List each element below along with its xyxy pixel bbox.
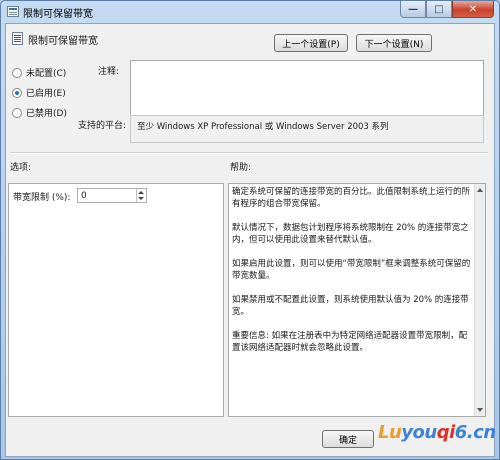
title-bar[interactable]: 限制可保留带宽 — □ ✕ (1, 1, 499, 23)
options-label: 选项: (10, 163, 32, 173)
radio-disabled[interactable]: 已禁用(D) (12, 106, 67, 119)
help-pane: 确定系统可保留的连接带宽的百分比。此值限制系统上运行的所有程序的组合带宽保留。 … (228, 183, 486, 417)
dialog-window: 限制可保留带宽 — □ ✕ 限制可保留带宽 上一个设置(P) 下一个设置(N) … (0, 0, 500, 460)
help-label: 帮助: (230, 163, 252, 173)
bandwidth-limit-stepper[interactable]: 0 (77, 188, 147, 203)
platform-label: 支持的平台: (78, 121, 127, 131)
radio-enabled[interactable]: 已启用(E) (12, 86, 66, 99)
radio-not-configured[interactable]: 未配置(C) (12, 66, 66, 79)
spin-up-icon[interactable] (138, 191, 144, 194)
bandwidth-limit-label: 带宽限制 (%): (13, 193, 71, 203)
maximize-button[interactable]: □ (426, 1, 452, 18)
radio-circle[interactable] (12, 87, 22, 98)
section-divider (10, 152, 488, 154)
help-paragraph: 重要信息: 如果在注册表中为特定网络适配器设置带宽限制，配置该网络适配器时就会忽… (232, 331, 468, 353)
previous-setting-button[interactable]: 上一个设置(P) (274, 34, 348, 52)
minimize-button[interactable]: — (400, 1, 426, 18)
radio-label: 已启用(E) (26, 89, 66, 99)
window-title: 限制可保留带宽 (23, 9, 93, 20)
scroll-up-icon[interactable] (477, 188, 483, 192)
policy-icon (7, 6, 19, 17)
next-setting-button[interactable]: 下一个设置(N) (356, 34, 432, 52)
radio-circle[interactable] (12, 107, 22, 118)
comment-label: 注释: (98, 67, 120, 77)
help-paragraph: 如果启用此设置，则可以使用“带宽限制”框来调整系统可保留的带宽数量。 (232, 259, 471, 281)
bandwidth-limit-value[interactable]: 0 (81, 191, 87, 201)
radio-label: 未配置(C) (26, 69, 67, 79)
platform-field: 至少 Windows XP Professional 或 Windows Ser… (130, 115, 484, 143)
radio-label: 已禁用(D) (26, 109, 67, 119)
dialog-body: 限制可保留带宽 上一个设置(P) 下一个设置(N) 未配置(C) 已启用(E) … (5, 23, 496, 457)
help-paragraph: 如果禁用或不配置此设置，则系统使用默认值为 20% 的连接带宽。 (232, 295, 469, 317)
spin-down-icon[interactable] (138, 197, 144, 200)
help-paragraph: 默认情况下，数据包计划程序将系统限制在 20% 的连接带宽之内，但可以使用此设置… (232, 223, 469, 245)
options-pane: 带宽限制 (%): 0 (8, 183, 224, 417)
radio-circle[interactable] (12, 67, 22, 78)
site-watermark: Luyouqi6.cn (378, 422, 496, 443)
window-controls: — □ ✕ (400, 1, 494, 19)
close-button[interactable]: ✕ (452, 1, 494, 18)
ok-button[interactable]: 确定 (322, 430, 374, 448)
setting-title: 限制可保留带宽 (28, 36, 98, 47)
spin-buttons[interactable] (136, 189, 146, 202)
help-paragraph: 确定系统可保留的连接带宽的百分比。此值限制系统上运行的所有程序的组合带宽保留。 (232, 187, 471, 209)
setting-icon (12, 32, 23, 45)
help-text: 确定系统可保留的连接带宽的百分比。此值限制系统上运行的所有程序的组合带宽保留。 … (232, 186, 472, 366)
help-scrollbar[interactable] (474, 184, 485, 416)
scroll-down-icon[interactable] (477, 408, 483, 412)
